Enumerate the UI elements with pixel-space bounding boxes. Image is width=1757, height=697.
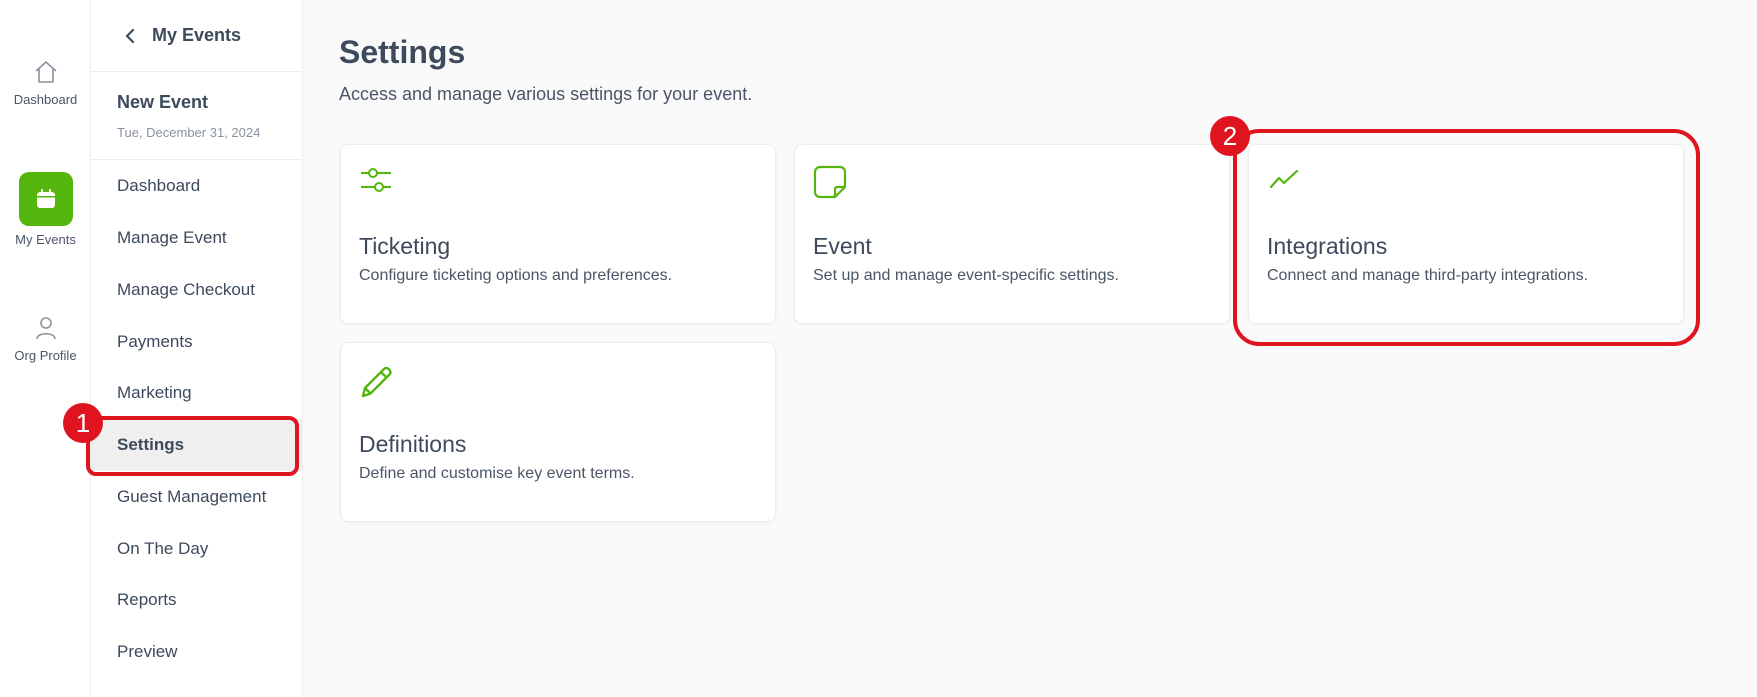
rail-item-label: Dashboard xyxy=(13,92,78,107)
home-icon xyxy=(34,61,57,83)
page-title: Settings xyxy=(339,34,466,70)
nav-item-dashboard[interactable]: Dashboard xyxy=(91,160,303,212)
rail-item-dashboard[interactable]: Dashboard xyxy=(0,58,91,107)
highlight-integrations-card xyxy=(1233,129,1700,346)
rail-active-indicator xyxy=(18,172,73,226)
nav-item-guest-management[interactable]: Guest Management xyxy=(91,471,303,523)
user-icon xyxy=(35,317,56,340)
event-name: New Event xyxy=(117,92,209,112)
settings-card-event[interactable]: Event Set up and manage event-specific s… xyxy=(794,144,1230,324)
card-description: Set up and manage event-specific setting… xyxy=(813,267,1119,284)
card-description: Configure ticketing options and preferen… xyxy=(359,267,673,284)
back-label: My Events xyxy=(152,25,242,45)
sliders-icon xyxy=(361,168,391,192)
event-date: Tue, December 31, 2024 xyxy=(117,125,261,140)
main-content: Settings Access and manage various setti… xyxy=(303,0,1757,697)
rail-item-label: Org Profile xyxy=(14,348,77,363)
rail-item-label: My Events xyxy=(15,232,76,247)
nav-item-manage-checkout[interactable]: Manage Checkout xyxy=(91,264,303,316)
app-rail: Dashboard My Events Org Profile xyxy=(0,0,91,697)
card-description: Define and customise key event terms. xyxy=(359,465,635,482)
rail-item-org-profile[interactable]: Org Profile xyxy=(0,314,91,363)
calendar-icon xyxy=(36,189,55,208)
event-sidenav: My Events New Event Tue, December 31, 20… xyxy=(91,0,303,697)
settings-card-ticketing[interactable]: Ticketing Configure ticketing options an… xyxy=(340,144,776,324)
nav-item-on-the-day[interactable]: On The Day xyxy=(91,523,303,575)
rail-item-my-events[interactable]: My Events xyxy=(0,172,91,247)
page-subtitle: Access and manage various settings for y… xyxy=(339,84,753,104)
step-badge-2: 2 xyxy=(1210,116,1250,156)
pencil-icon xyxy=(361,366,392,398)
chevron-left-icon xyxy=(125,28,135,43)
card-title: Ticketing xyxy=(359,233,451,259)
card-title: Definitions xyxy=(359,431,467,457)
nav-item-payments[interactable]: Payments xyxy=(91,316,303,368)
back-to-my-events[interactable]: My Events xyxy=(91,0,302,72)
nav-item-marketing[interactable]: Marketing xyxy=(91,367,303,419)
event-summary: New Event Tue, December 31, 2024 xyxy=(91,72,302,160)
settings-card-definitions[interactable]: Definitions Define and customise key eve… xyxy=(340,342,776,522)
nav-item-manage-event[interactable]: Manage Event xyxy=(91,212,303,264)
card-title: Event xyxy=(813,233,872,259)
sticky-note-icon xyxy=(813,165,847,199)
nav-item-preview[interactable]: Preview xyxy=(91,626,303,678)
step-badge-1: 1 xyxy=(63,403,103,443)
nav-item-reports[interactable]: Reports xyxy=(91,574,303,626)
highlight-settings-nav xyxy=(86,416,299,476)
